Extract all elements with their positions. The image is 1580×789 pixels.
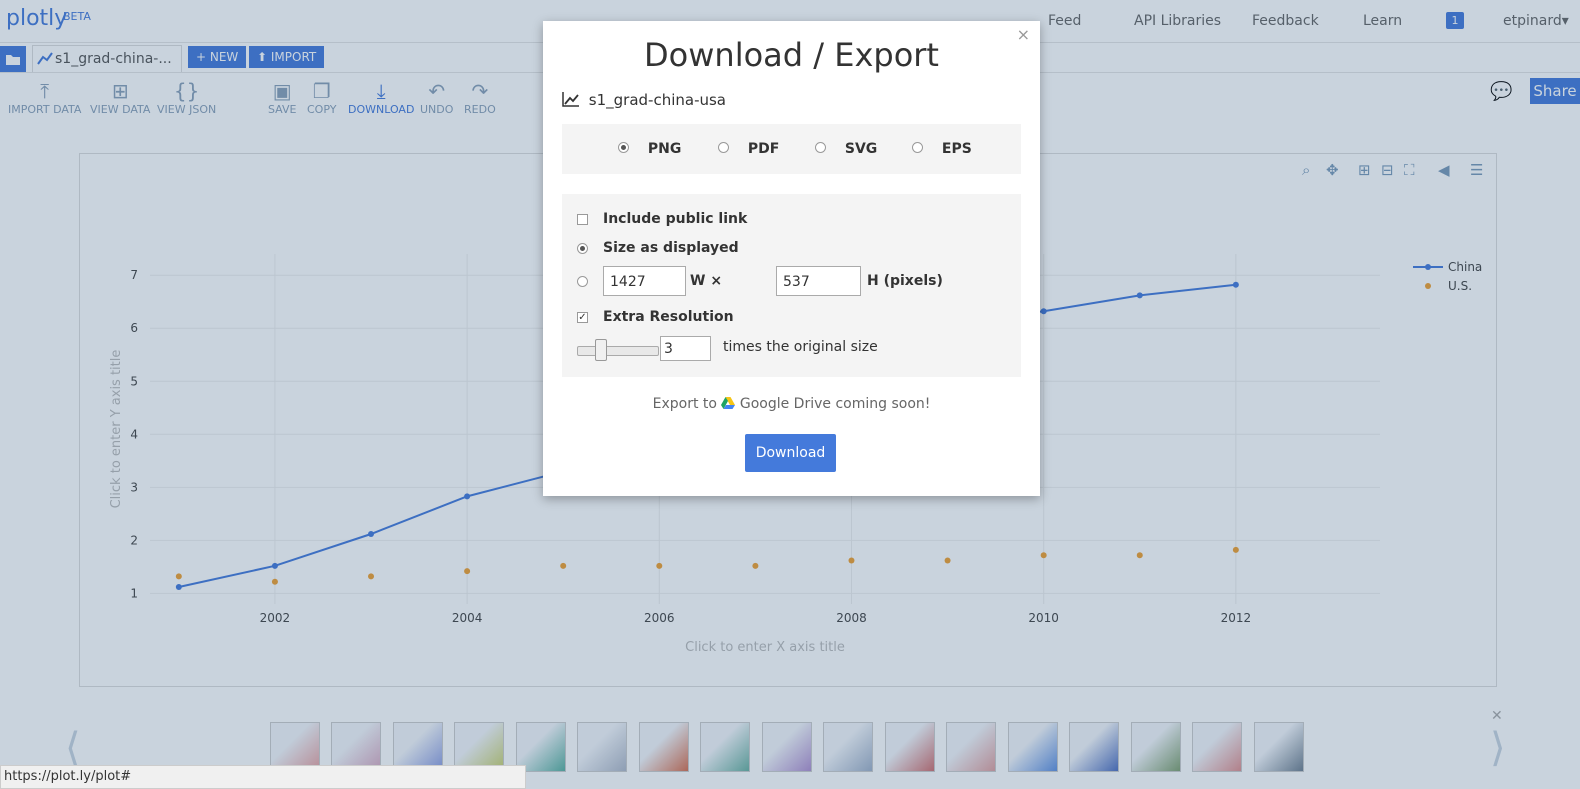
custom-size-radio[interactable] (577, 276, 588, 287)
multiplier-input[interactable]: 3 (660, 336, 711, 361)
radio-svg[interactable] (815, 142, 826, 153)
size-displayed-radio[interactable] (577, 243, 588, 254)
line-chart-icon (562, 91, 580, 109)
width-input[interactable]: 1427 (603, 266, 686, 296)
multiplier-label: times the original size (723, 339, 878, 355)
download-button[interactable]: Download (745, 434, 836, 472)
file-name: s1_grad-china-usa (588, 91, 727, 109)
radio-pdf[interactable] (718, 142, 729, 153)
format-option-svg[interactable]: SVG (815, 141, 877, 157)
format-option-pdf[interactable]: PDF (718, 141, 779, 157)
gdrive-prefix: Export to (652, 396, 717, 412)
radio-eps[interactable] (912, 142, 923, 153)
extra-resolution-checkbox[interactable]: ✓ (577, 312, 588, 323)
download-export-dialog: × Download / Export s1_grad-china-usa PN… (543, 21, 1040, 496)
google-drive-notice: Export to Google Drive coming soon! (543, 396, 1040, 412)
google-drive-icon (721, 397, 736, 409)
format-option-eps[interactable]: EPS (912, 141, 972, 157)
format-png-label: PNG (647, 141, 682, 157)
height-input[interactable]: 537 (776, 266, 861, 296)
size-displayed-label: Size as displayed (603, 240, 739, 256)
extra-resolution-label: Extra Resolution (603, 309, 734, 325)
format-pdf-label: PDF (747, 141, 780, 157)
format-svg-label: SVG (844, 141, 878, 157)
radio-png[interactable] (618, 142, 629, 153)
format-selector: PNG PDF SVG EPS (562, 124, 1021, 174)
resolution-slider[interactable] (577, 346, 659, 356)
include-link-checkbox[interactable] (577, 214, 588, 225)
format-eps-label: EPS (941, 141, 972, 157)
dialog-title: Download / Export (644, 36, 939, 74)
file-name-row: s1_grad-china-usa (562, 91, 726, 109)
include-link-label: Include public link (603, 211, 748, 227)
width-unit-label: W × (690, 273, 723, 289)
resolution-slider-thumb[interactable] (594, 339, 607, 361)
gdrive-suffix: Google Drive coming soon! (739, 396, 931, 412)
browser-status-url: https://plot.ly/plot# (0, 765, 526, 789)
export-options: Include public link Size as displayed 14… (562, 194, 1021, 377)
format-option-png[interactable]: PNG (618, 141, 681, 157)
height-unit-label: H (pixels) (867, 273, 943, 289)
